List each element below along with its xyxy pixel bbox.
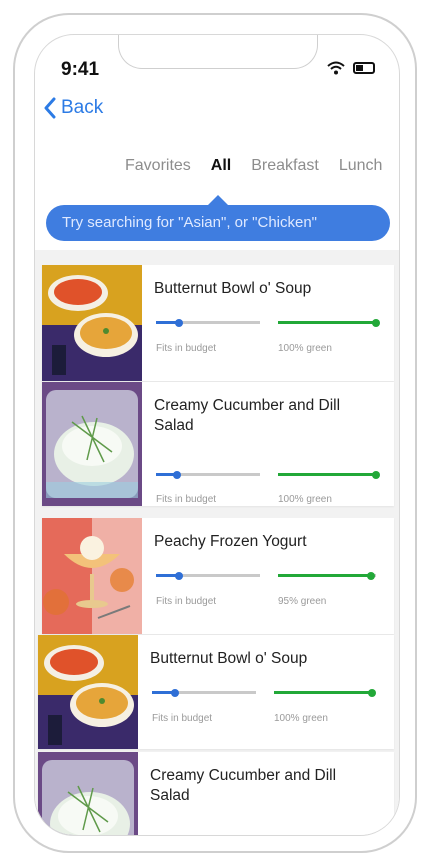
recipe-card[interactable]: Peachy Frozen Yogurt Fits in budget 95% gr… — [42, 518, 394, 634]
green-fill — [278, 473, 376, 476]
green-slider-knob[interactable] — [372, 470, 380, 479]
tab-all[interactable]: All — [211, 157, 231, 175]
device-notch — [118, 35, 318, 69]
recipe-card[interactable]: Butternut Bowl o' Soup Fits in budget 100%… — [38, 635, 394, 749]
status-icons — [327, 61, 375, 75]
recipe-card[interactable]: Creamy Cucumber and Dill Salad Fits in bu… — [42, 382, 394, 506]
green-fill — [278, 574, 372, 577]
green-caption: 95% green — [278, 596, 327, 607]
app-screen: 9:41 Back Favorites All Breakfast Lunch … — [34, 34, 400, 836]
budget-caption: Fits in budget — [156, 494, 217, 505]
back-label: Back — [61, 97, 104, 118]
soup-photo — [38, 635, 138, 749]
recipe-title: Peachy Frozen Yogurt — [154, 533, 307, 550]
soup-photo — [42, 265, 142, 381]
green-caption: 100% green — [274, 713, 328, 724]
budget-caption: Fits in budget — [152, 713, 213, 724]
tab-lunch[interactable]: Lunch — [339, 157, 383, 175]
chevron-left-icon — [44, 97, 56, 119]
recipe-card[interactable]: Creamy Cucumber and Dill SaladFits in bu… — [38, 752, 394, 835]
category-tabs: Favorites All Breakfast Lunch D — [125, 157, 399, 175]
budget-slider-knob[interactable] — [172, 470, 181, 479]
budget-slider-knob[interactable] — [170, 688, 179, 697]
recipe-title: Creamy Cucumber and Dill Salad — [150, 767, 337, 804]
cucumber-salad-photo — [42, 382, 142, 506]
recipe-card[interactable]: Butternut Bowl o' Soup Fits in budget 100%… — [42, 265, 394, 381]
green-slider-knob[interactable] — [368, 688, 376, 697]
back-button[interactable]: Back — [43, 97, 103, 119]
battery-icon — [353, 62, 375, 74]
green-caption: 100% green — [278, 343, 332, 354]
green-slider-knob[interactable] — [367, 571, 376, 580]
recipe-title: Butternut Bowl o' Soup — [154, 280, 312, 297]
green-caption: 100% green — [278, 494, 332, 505]
recipe-list: Butternut Bowl o' Soup Fits in budget 100%… — [35, 250, 399, 835]
wifi-icon — [327, 61, 345, 75]
tab-breakfast[interactable]: Breakfast — [251, 157, 319, 175]
budget-caption: Fits in budget — [156, 343, 217, 354]
recipe-title: Creamy Cucumber and Dill Salad — [154, 397, 341, 434]
budget-slider-knob[interactable] — [174, 571, 183, 580]
budget-caption: Fits in budget — [156, 596, 217, 607]
phone-frame: 9:41 Back Favorites All Breakfast Lunch … — [13, 13, 417, 853]
status-time: 9:41 — [61, 59, 100, 80]
green-fill — [278, 321, 376, 324]
green-slider-knob[interactable] — [372, 318, 380, 327]
tab-favorites[interactable]: Favorites — [125, 157, 191, 175]
green-fill — [274, 691, 372, 694]
cucumber-salad-photo — [38, 752, 138, 835]
budget-slider-knob[interactable] — [174, 318, 183, 327]
recipe-title: Butternut Bowl o' Soup — [150, 650, 308, 667]
frozen-yogurt-photo — [42, 518, 142, 634]
search-input[interactable]: Try searching for "Asian", or "Chicken" — [46, 205, 390, 241]
